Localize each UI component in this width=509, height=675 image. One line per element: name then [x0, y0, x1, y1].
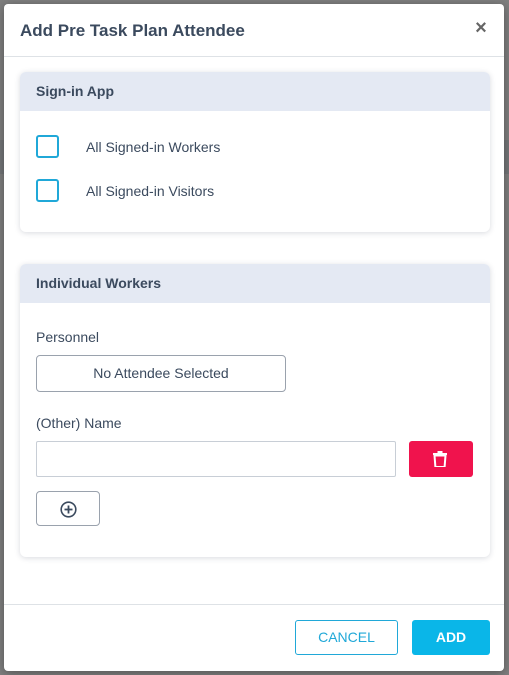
modal-header: Add Pre Task Plan Attendee × — [4, 4, 504, 57]
add-attendee-modal: Add Pre Task Plan Attendee × Sign-in App… — [4, 4, 504, 671]
individual-workers-card: Individual Workers Personnel No Attendee… — [20, 264, 490, 557]
plus-circle-icon — [60, 501, 77, 518]
select-attendee-button[interactable]: No Attendee Selected — [36, 355, 286, 392]
modal-title: Add Pre Task Plan Attendee — [20, 21, 245, 40]
cancel-button[interactable]: CANCEL — [295, 620, 398, 655]
signed-in-workers-checkbox[interactable] — [36, 135, 59, 158]
trash-icon — [433, 451, 447, 467]
other-name-label: (Other) Name — [36, 415, 122, 431]
signin-app-card: Sign-in App All Signed-in Workers All Si… — [20, 72, 490, 232]
other-name-input[interactable] — [36, 441, 396, 477]
close-button[interactable]: × — [472, 17, 490, 39]
delete-name-button[interactable] — [409, 441, 473, 477]
signed-in-visitors-label: All Signed-in Visitors — [86, 183, 215, 199]
signed-in-visitors-checkbox[interactable] — [36, 179, 59, 202]
add-name-button[interactable] — [36, 491, 100, 526]
signed-in-workers-label: All Signed-in Workers — [86, 139, 221, 155]
add-button[interactable]: ADD — [412, 620, 490, 655]
close-icon: × — [475, 17, 487, 39]
individual-workers-header: Individual Workers — [20, 264, 490, 303]
signin-app-header: Sign-in App — [20, 72, 490, 111]
modal-footer: CANCEL ADD — [4, 604, 504, 671]
personnel-label: Personnel — [36, 329, 100, 345]
